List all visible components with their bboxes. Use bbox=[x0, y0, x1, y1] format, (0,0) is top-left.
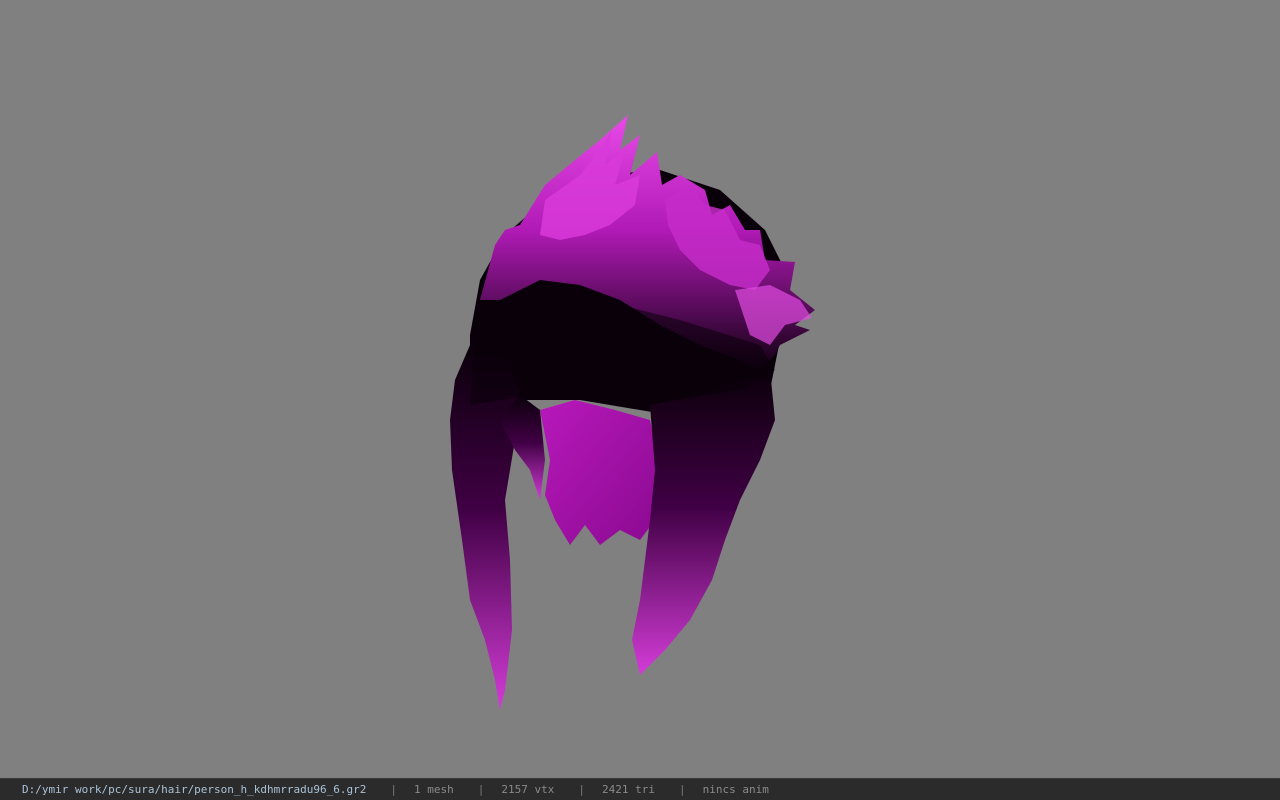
status-bar: D:/ymir work/pc/sura/hair/person_h_kdhmr… bbox=[0, 778, 1280, 800]
hair-inner bbox=[540, 400, 660, 545]
mesh-count: 1 mesh bbox=[414, 783, 454, 796]
animation-status: nincs anim bbox=[702, 783, 769, 796]
status-separator: | bbox=[390, 783, 397, 796]
triangle-count: 2421 tri bbox=[601, 783, 655, 796]
3d-viewport[interactable] bbox=[0, 0, 1280, 778]
status-separator: | bbox=[578, 783, 585, 796]
status-separator: | bbox=[477, 783, 485, 796]
file-path: D:/ymir work/pc/sura/hair/person_h_kdhmr… bbox=[22, 783, 367, 796]
vertex-count: 2157 vtx bbox=[501, 783, 555, 796]
hair-right-strands bbox=[632, 370, 775, 675]
hair-model-render[interactable] bbox=[0, 0, 1280, 778]
status-separator: | bbox=[678, 783, 686, 796]
